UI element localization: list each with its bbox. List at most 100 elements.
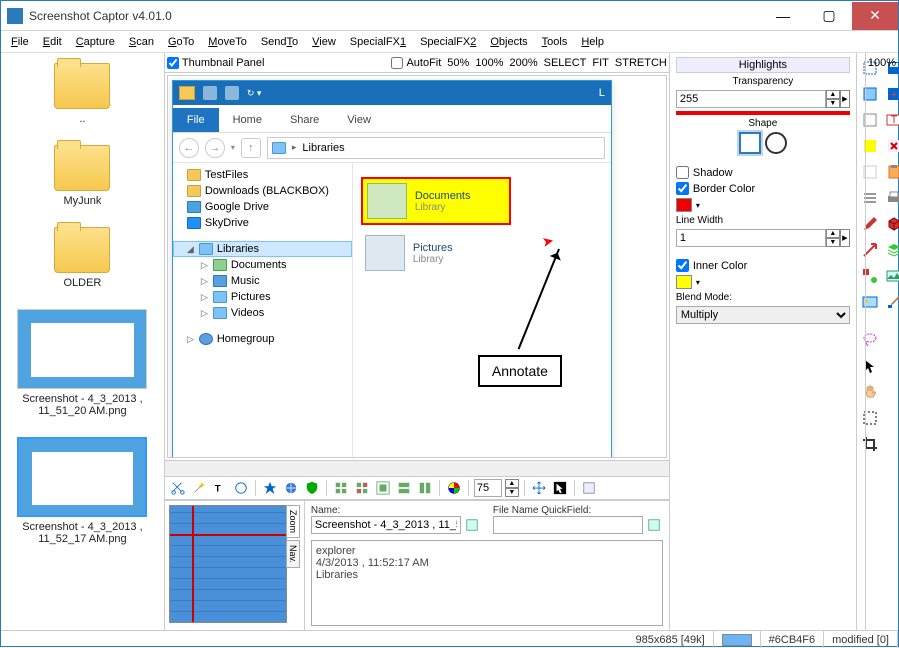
canvas[interactable]: ↻ ▾ L File Home Share View ← → ▾ ↑ ▸ [167, 75, 667, 458]
quickfield-input[interactable] [493, 516, 643, 534]
folder-older[interactable]: OLDER [5, 227, 160, 289]
library-documents[interactable]: DocumentsLibrary [361, 177, 511, 225]
tab-view[interactable]: View [333, 108, 385, 132]
blend-mode-select[interactable]: Multiply [676, 306, 850, 324]
tree-item: TestFiles [173, 167, 352, 183]
breadcrumb[interactable]: ▸ Libraries [267, 137, 605, 159]
folder-myjunk[interactable]: MyJunk [5, 145, 160, 207]
tool-grid5-icon[interactable] [416, 479, 434, 497]
menu-specialfx1[interactable]: SpecialFX1 [344, 34, 412, 50]
spin-down[interactable]: ▼ [826, 238, 840, 247]
pictures-library-icon [365, 235, 405, 271]
thumb-screenshot-2[interactable]: Screenshot - 4_3_2013 , 11_52_17 AM.png [5, 437, 160, 545]
horizontal-scrollbar[interactable] [165, 460, 669, 476]
tool-scissors-icon[interactable] [169, 479, 187, 497]
back-button[interactable]: ← [179, 138, 199, 158]
tree-libraries[interactable]: ◢Libraries [173, 241, 352, 257]
spin-down[interactable]: ▼ [826, 99, 840, 108]
menu-sendto[interactable]: SendTo [255, 34, 304, 50]
zoom-navigator[interactable]: Zoom Nav. [165, 501, 305, 630]
tool-star-icon[interactable] [261, 479, 279, 497]
history-dropdown-icon[interactable]: ▾ [231, 143, 235, 152]
zoom-tab[interactable]: Zoom [286, 505, 300, 538]
forward-button[interactable]: → [205, 138, 225, 158]
thumb-screenshot-1[interactable]: Screenshot - 4_3_2013 , 11_51_20 AM.png [5, 309, 160, 417]
tool-grid3-icon[interactable] [374, 479, 392, 497]
tab-home[interactable]: Home [219, 108, 276, 132]
thumbnail-panel-checkbox[interactable]: Thumbnail Panel [167, 57, 265, 69]
slider-handle-icon[interactable]: ▸ [840, 229, 850, 247]
explorer-content[interactable]: DocumentsLibrary PicturesLibrary ➤ Annot… [353, 163, 611, 458]
border-color-checkbox[interactable]: Border Color [676, 182, 850, 195]
menu-moveto[interactable]: MoveTo [202, 34, 253, 50]
autofit-checkbox[interactable]: AutoFit [391, 57, 441, 69]
zoom-50[interactable]: 50% [447, 57, 469, 69]
zoom-200[interactable]: 200% [509, 57, 537, 69]
tool-text-icon[interactable]: T [211, 479, 229, 497]
view-options-bar: Thumbnail Panel AutoFit 50% 100% 200% SE… [165, 53, 669, 73]
nav-tab[interactable]: Nav. [286, 540, 300, 568]
zoom-100[interactable]: 100% [475, 57, 503, 69]
menu-help[interactable]: Help [575, 34, 610, 50]
menu-edit[interactable]: Edit [37, 34, 68, 50]
tool-circle-icon[interactable] [232, 479, 250, 497]
zoom-fit[interactable]: FIT [592, 57, 609, 69]
transparency-input[interactable] [676, 90, 826, 108]
border-color-swatch[interactable] [676, 198, 692, 212]
thumbnail-sidebar[interactable]: .. MyJunk OLDER Screenshot - 4_3_2013 , … [1, 53, 165, 630]
menu-objects[interactable]: Objects [484, 34, 533, 50]
tool-box-icon[interactable] [580, 479, 598, 497]
shape-circle-button[interactable] [765, 132, 787, 154]
up-button[interactable]: ↑ [241, 138, 261, 158]
explorer-tree[interactable]: TestFiles Downloads (BLACKBOX) Google Dr… [173, 163, 353, 458]
menu-view[interactable]: View [306, 34, 342, 50]
inner-color-checkbox[interactable]: Inner Color [676, 259, 850, 272]
tool-globe-icon[interactable] [282, 479, 300, 497]
menu-goto[interactable]: GoTo [162, 34, 200, 50]
close-button[interactable]: ✕ [852, 2, 898, 30]
transparency-slider[interactable] [676, 111, 850, 115]
name-action-icon[interactable] [463, 516, 481, 534]
inner-color-swatch[interactable] [676, 275, 692, 289]
zoom-stretch[interactable]: STRETCH [615, 57, 667, 69]
name-input[interactable] [311, 516, 461, 534]
tab-file[interactable]: File [173, 108, 219, 132]
qat-item [203, 86, 217, 100]
tool-cursor-icon[interactable] [551, 479, 569, 497]
minimize-button[interactable]: — [760, 2, 806, 30]
library-pictures[interactable]: PicturesLibrary [361, 231, 511, 275]
spin-up[interactable]: ▲ [826, 229, 840, 238]
tool-wand-icon[interactable] [190, 479, 208, 497]
metadata-box: explorer 4/3/2013 , 11:52:17 AM Librarie… [311, 540, 663, 626]
documents-library-icon [367, 183, 407, 219]
menu-file[interactable]: File [5, 34, 35, 50]
spin-down[interactable]: ▼ [505, 488, 519, 497]
slider-max-icon[interactable]: ▸ [840, 90, 850, 108]
thumbnail-icon [17, 437, 147, 517]
shadow-checkbox[interactable]: Shadow [676, 166, 850, 179]
tool-grid4-icon[interactable] [395, 479, 413, 497]
shape-square-button[interactable] [739, 132, 761, 154]
folder-up[interactable]: .. [5, 63, 160, 125]
menu-specialfx2[interactable]: SpecialFX2 [414, 34, 482, 50]
line-width-input[interactable] [676, 229, 826, 247]
tool-color-icon[interactable] [445, 479, 463, 497]
status-modified: modified [0] [824, 631, 898, 648]
size-spinner[interactable] [474, 479, 502, 497]
tool-shield-icon[interactable] [303, 479, 321, 497]
folder-icon [187, 185, 201, 197]
spin-up[interactable]: ▲ [826, 90, 840, 99]
zoom-select[interactable]: SELECT [544, 57, 587, 69]
maximize-button[interactable]: ▢ [806, 2, 852, 30]
tool-move-icon[interactable] [530, 479, 548, 497]
menu-scan[interactable]: Scan [123, 34, 160, 50]
menu-tools[interactable]: Tools [536, 34, 574, 50]
tool-grid2-icon[interactable] [353, 479, 371, 497]
tree-item: ▷Videos [173, 305, 352, 321]
spin-up[interactable]: ▲ [505, 479, 519, 488]
explorer-address-bar: ← → ▾ ↑ ▸ Libraries [173, 133, 611, 163]
tab-share[interactable]: Share [276, 108, 333, 132]
menu-capture[interactable]: Capture [70, 34, 121, 50]
tool-grid1-icon[interactable] [332, 479, 350, 497]
quickfield-action-icon[interactable] [645, 516, 663, 534]
